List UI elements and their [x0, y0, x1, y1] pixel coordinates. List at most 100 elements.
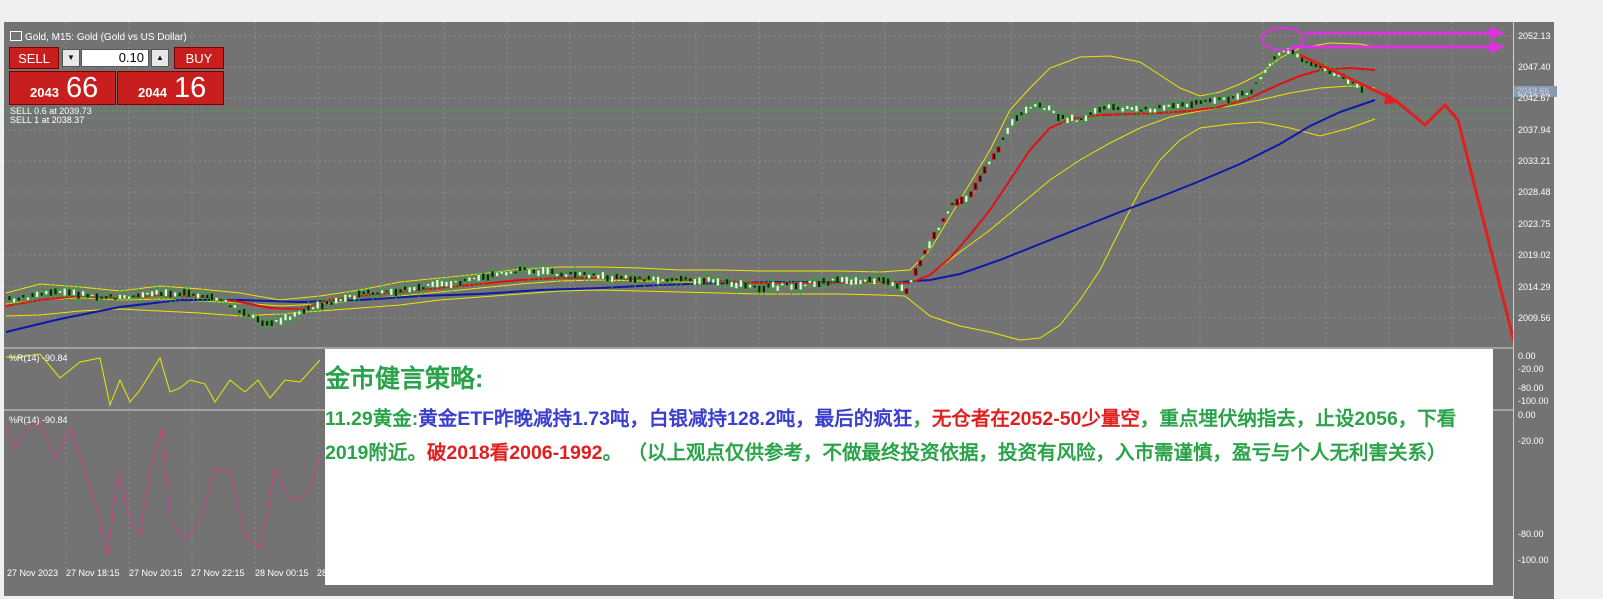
candle — [384, 289, 389, 293]
candle — [904, 288, 909, 295]
forecast-path — [1299, 53, 1527, 386]
candle — [743, 281, 748, 290]
candle — [1263, 69, 1268, 74]
candle — [610, 275, 614, 283]
candle — [1277, 51, 1281, 57]
note-body: 11.29黄金:黄金ETF昨晚减持1.73吨，白银减持128.2吨，最后的疯狂，… — [325, 402, 1493, 470]
candle — [1134, 105, 1139, 113]
price-tick: 2042.67 — [1518, 93, 1551, 103]
lot-increase-button[interactable]: ▲ — [151, 49, 169, 67]
annotation-arrowhead-2 — [1490, 41, 1505, 53]
candle — [1093, 107, 1097, 115]
wpr2-line — [5, 421, 321, 556]
candle — [21, 294, 26, 299]
candle — [775, 284, 780, 292]
candle — [219, 298, 224, 302]
candle — [959, 196, 964, 205]
candle — [200, 294, 205, 299]
note-segment: 黄金ETF昨晚减持1.73吨，白银减持128.2吨，最后的疯狂 — [418, 408, 913, 430]
candle — [95, 292, 99, 302]
candle — [647, 275, 651, 281]
lot-decrease-button[interactable]: ▼ — [62, 49, 80, 67]
candle — [108, 293, 113, 298]
price-tick: 2009.56 — [1518, 313, 1551, 323]
candle — [1171, 102, 1176, 110]
wpr2-label: %R(14) -90.84 — [9, 415, 68, 425]
sell-button[interactable]: SELL — [9, 47, 59, 69]
candle — [140, 291, 145, 299]
candle — [334, 297, 339, 305]
candle — [1051, 109, 1056, 114]
lot-size-input[interactable]: 0.10 — [81, 49, 149, 67]
candle — [150, 290, 155, 298]
candle — [1176, 103, 1180, 109]
candle — [232, 304, 237, 309]
candle — [992, 153, 996, 160]
candle — [1203, 99, 1208, 103]
candle — [472, 277, 477, 280]
one-click-trading-panel: SELL ▼ 0.10 ▲ BUY 2043 66 2044 16 — [9, 47, 224, 105]
price-tick: 2028.48 — [1518, 187, 1551, 197]
candle — [214, 297, 219, 302]
candle — [969, 191, 973, 198]
candle — [1222, 96, 1226, 101]
candle — [1143, 105, 1148, 111]
candle — [347, 294, 352, 298]
candle — [237, 309, 242, 314]
candle — [1291, 49, 1295, 55]
candle — [352, 294, 357, 301]
buy-button[interactable]: BUY — [174, 47, 224, 69]
candle — [909, 279, 913, 283]
candle — [1199, 99, 1203, 105]
candle — [499, 270, 504, 275]
candle — [311, 306, 316, 310]
candle — [670, 277, 674, 282]
candle — [1019, 111, 1024, 117]
candle — [1153, 108, 1157, 114]
candle — [113, 297, 118, 301]
candle — [550, 268, 555, 275]
sell-price-box[interactable]: 2043 66 — [9, 71, 116, 105]
candle — [85, 292, 90, 299]
price-axis[interactable] — [1513, 22, 1554, 599]
candle — [835, 275, 840, 284]
candle — [1028, 106, 1033, 110]
candle — [665, 277, 670, 283]
price-tick: 2052.13 — [1518, 31, 1551, 41]
candle — [568, 271, 573, 276]
note-segment: 无仓者在2052-50少量空 — [931, 408, 1140, 430]
note-segment: 11.29黄金: — [325, 408, 419, 430]
candle — [1226, 95, 1231, 105]
buy-price-box[interactable]: 2044 16 — [117, 71, 224, 105]
candle — [421, 286, 426, 291]
candle — [370, 291, 375, 296]
candle — [660, 278, 665, 282]
candle — [315, 301, 320, 310]
candle — [72, 288, 76, 296]
candle — [1001, 136, 1005, 141]
candle — [1088, 111, 1093, 117]
candle — [435, 279, 440, 288]
candle — [490, 270, 495, 279]
candle — [900, 283, 904, 292]
candle — [320, 302, 325, 310]
candle — [403, 285, 408, 291]
candle — [375, 291, 380, 296]
candle — [946, 210, 950, 215]
candle — [25, 296, 30, 301]
candle — [890, 281, 895, 287]
candle — [1231, 95, 1235, 100]
candle — [444, 281, 449, 287]
candle — [12, 297, 17, 304]
candle — [881, 276, 886, 285]
candle — [697, 276, 702, 285]
candle — [495, 271, 500, 277]
candle — [196, 292, 201, 299]
candle — [734, 282, 739, 290]
candle — [1111, 102, 1116, 111]
note-title: 金市健言策略: — [325, 365, 484, 393]
price-tick: 2037.94 — [1518, 125, 1551, 135]
candle — [854, 276, 858, 286]
chart-window: Gold, M15: Gold (Gold vs US Dollar) SELL… — [0, 0, 1603, 599]
price-tick: 2014.29 — [1518, 282, 1551, 292]
